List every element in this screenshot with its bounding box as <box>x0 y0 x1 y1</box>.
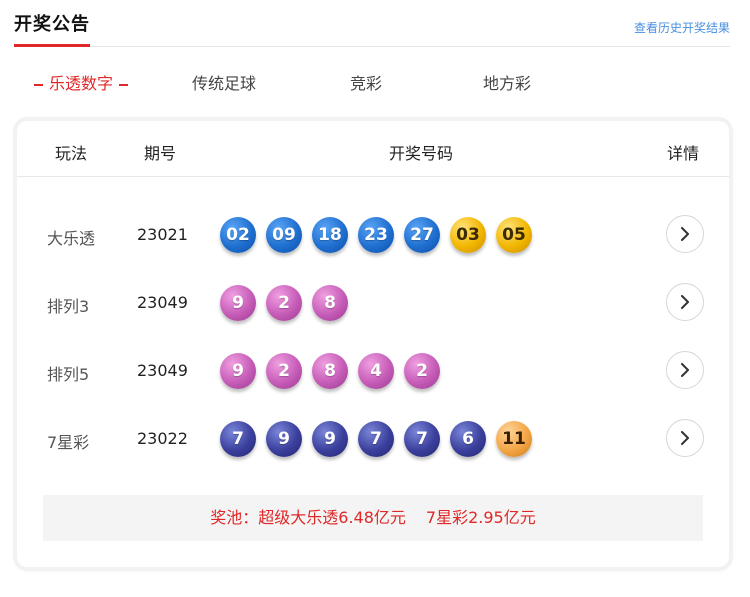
jackpot-pool-banner: 奖池：超级大乐透6.48亿元 7星彩2.95亿元 <box>43 495 703 541</box>
detail-button[interactable] <box>666 215 704 253</box>
number-ball: 9 <box>312 421 348 457</box>
tab-dash-left <box>34 83 43 86</box>
column-numbers: 开奖号码 <box>389 144 454 163</box>
number-ball: 9 <box>266 421 302 457</box>
number-ball: 6 <box>450 421 486 457</box>
tab-lotto-digits[interactable]: 乐透数字 <box>34 70 134 94</box>
column-play: 玩法 <box>55 144 88 163</box>
number-ball: 8 <box>312 285 348 321</box>
tab-local-lottery[interactable]: 地方彩 <box>483 70 531 94</box>
number-ball: 7 <box>220 421 256 457</box>
table-header: 玩法 期号 开奖号码 详情 <box>17 121 729 177</box>
column-detail: 详情 <box>667 144 700 163</box>
number-ball: 23 <box>358 217 394 253</box>
chevron-right-icon <box>681 227 689 241</box>
detail-button[interactable] <box>666 283 704 321</box>
number-ball: 4 <box>358 353 394 389</box>
number-ball: 2 <box>266 285 302 321</box>
chevron-right-icon <box>681 295 689 309</box>
number-ball: 09 <box>266 217 302 253</box>
tab-traditional-football[interactable]: 传统足球 <box>192 70 256 94</box>
number-ball: 02 <box>220 217 256 253</box>
number-ball: 8 <box>312 353 348 389</box>
number-ball: 11 <box>496 421 532 457</box>
issue-number: 23049 <box>137 293 188 312</box>
number-ball: 2 <box>266 353 302 389</box>
issue-number: 23049 <box>137 361 188 380</box>
table-row: 排列5 23049 9 2 8 4 2 <box>17 347 729 395</box>
number-ball: 05 <box>496 217 532 253</box>
lottery-tabs: 乐透数字 传统足球 竞彩 地方彩 <box>0 70 750 96</box>
play-name: 大乐透 <box>47 229 96 248</box>
issue-number: 23021 <box>137 225 188 244</box>
detail-button[interactable] <box>666 419 704 457</box>
table-row: 7星彩 23022 7 9 9 7 7 6 11 <box>17 415 729 463</box>
number-ball: 7 <box>404 421 440 457</box>
number-ball: 9 <box>220 285 256 321</box>
number-ball: 03 <box>450 217 486 253</box>
results-card: 玩法 期号 开奖号码 详情 大乐透 23021 02 09 18 23 27 03 05 排列3 2… <box>17 121 729 567</box>
number-ball: 27 <box>404 217 440 253</box>
number-ball: 18 <box>312 217 348 253</box>
column-issue: 期号 <box>144 144 177 163</box>
header: 开奖公告 查看历史开奖结果 <box>14 0 730 47</box>
title-underline <box>14 44 90 47</box>
tab-jingcai[interactable]: 竞彩 <box>350 70 382 94</box>
play-name: 排列5 <box>47 365 90 384</box>
chevron-right-icon <box>681 363 689 377</box>
number-ball: 2 <box>404 353 440 389</box>
history-results-link[interactable]: 查看历史开奖结果 <box>634 19 730 36</box>
table-row: 排列3 23049 9 2 8 <box>17 279 729 327</box>
issue-number: 23022 <box>137 429 188 448</box>
chevron-right-icon <box>681 431 689 445</box>
pool-dlt: 奖池：超级大乐透6.48亿元 <box>210 508 406 527</box>
table-row: 大乐透 23021 02 09 18 23 27 03 05 <box>17 211 729 259</box>
play-name: 排列3 <box>47 297 90 316</box>
number-ball: 9 <box>220 353 256 389</box>
tab-label: 乐透数字 <box>49 74 114 93</box>
number-ball: 7 <box>358 421 394 457</box>
tab-dash-right <box>119 83 129 86</box>
page-title: 开奖公告 <box>14 14 90 35</box>
pool-qxc: 7星彩2.95亿元 <box>425 508 536 527</box>
detail-button[interactable] <box>666 351 704 389</box>
play-name: 7星彩 <box>47 433 90 452</box>
